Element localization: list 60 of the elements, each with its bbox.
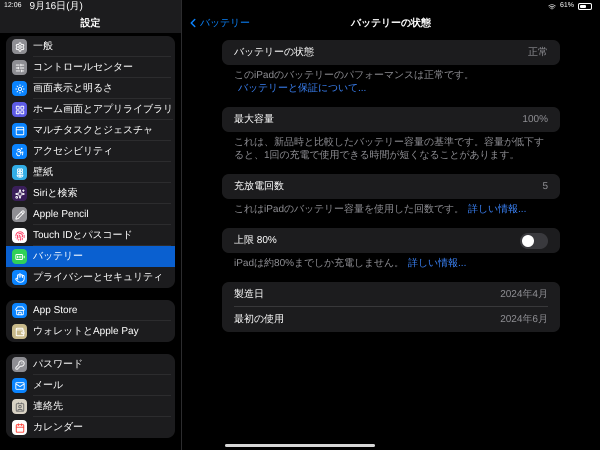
grid-icon [12, 102, 27, 117]
calendar-icon [12, 420, 27, 435]
footnote-text: これはiPadのバッテリー容量を使用した回数です。 詳しい情報... [233, 202, 528, 217]
sidebar-item[interactable]: バッテリー [6, 246, 175, 267]
sliders-icon [12, 60, 27, 75]
toggle-switch[interactable] [520, 232, 548, 248]
footnote-text: このiPadのバッテリーのパフォーマンスは正常です。 バッテリーと保証について... [233, 68, 476, 96]
status-date: 9月16日(月) [30, 0, 83, 13]
store-icon [12, 303, 27, 318]
pencil-icon [12, 207, 27, 222]
sidebar-item[interactable]: 壁紙 [6, 162, 175, 183]
wifi-icon [548, 2, 556, 10]
window-icon [12, 123, 27, 138]
sidebar-item[interactable]: 連絡先 [6, 396, 175, 417]
row-value: 2024年6月 [500, 313, 548, 327]
sidebar-item[interactable]: アクセシビリティ [6, 141, 175, 162]
battery-status-icon [578, 3, 592, 10]
flower-icon [12, 165, 27, 180]
sidebar-title: 設定 [80, 16, 100, 30]
sidebar-item[interactable]: コントロールセンター [6, 57, 175, 78]
hand-icon [12, 270, 27, 285]
row-label: 最初の使用 [234, 312, 284, 327]
row-label: 最大容量 [234, 112, 274, 127]
row-label: 製造日 [234, 288, 264, 302]
row-label: 充放電回数 [234, 180, 284, 194]
gear-icon [12, 39, 27, 54]
sidebar-item[interactable]: ホーム画面とアプリライブラリ [6, 99, 175, 120]
row-value: 2024年4月 [500, 288, 548, 302]
contact-icon [12, 399, 27, 414]
accessibility-icon [12, 144, 27, 159]
learn-more-link[interactable]: 詳しい情報... [408, 258, 466, 269]
row-value: 5 [542, 180, 548, 194]
row-value: 100% [522, 113, 548, 127]
key-icon [12, 357, 27, 372]
sidebar-item[interactable]: App Store [6, 300, 175, 321]
sidebar-item[interactable]: マルチタスクとジェスチャ [6, 120, 175, 141]
sidebar-item[interactable]: パスワード [6, 354, 175, 375]
back-button[interactable]: バッテリー [186, 16, 250, 30]
sidebar-item[interactable]: プライバシーとセキュリティ [6, 267, 175, 288]
row-value: 正常 [528, 46, 548, 60]
battery-icon [12, 249, 27, 264]
mail-icon [12, 378, 27, 393]
sidebar-item[interactable]: 画面表示と明るさ [6, 78, 175, 99]
row-label: 上限 80% [234, 234, 277, 248]
learn-more-link[interactable]: バッテリーと保証について... [238, 83, 366, 94]
footnote-text: iPadは約80%までしか充電しません。 詳しい情報... [233, 256, 468, 271]
sidebar-item[interactable]: カレンダー [6, 417, 175, 438]
sidebar-item[interactable]: Apple Pencil [6, 204, 175, 225]
learn-more-link[interactable]: 詳しい情報... [468, 204, 526, 215]
fingerprint-icon [12, 228, 27, 243]
wallet-icon [12, 324, 27, 339]
row-label: バッテリーの状態 [234, 46, 314, 60]
page-title: バッテリーの状態 [351, 16, 431, 30]
sidebar-item[interactable]: ウォレットとApple Pay [6, 321, 175, 342]
footnote-text: これは、新品時と比較したバッテリー容量の基準です。容量が低下すると、1回の充電で使用できる時間が短くなることがあります。 [233, 136, 545, 163]
sidebar-item[interactable]: Siriと検索 [6, 183, 175, 204]
sparkle-icon [12, 186, 27, 201]
sidebar-item[interactable]: メール [6, 375, 175, 396]
sun-icon [12, 81, 27, 96]
sidebar-item[interactable]: 一般 [6, 36, 175, 57]
